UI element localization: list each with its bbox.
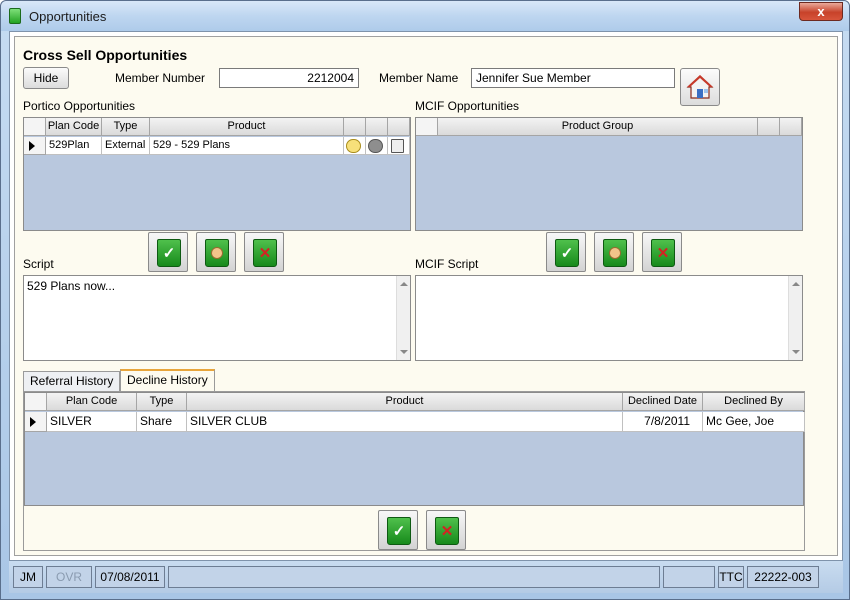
column-icon-1 (344, 118, 366, 136)
mcif-grid-corner (416, 118, 438, 136)
note-icon[interactable] (346, 139, 361, 153)
column-type[interactable]: Type (137, 393, 187, 411)
member-number-label: Member Number (115, 71, 206, 85)
calculator-icon[interactable] (391, 139, 404, 153)
row-pointer-icon (30, 417, 36, 427)
tab-referral-history[interactable]: Referral History (23, 371, 121, 391)
mcif-label: MCIF Opportunities (415, 99, 520, 113)
tab-content: Plan Code Type Product Declined Date Dec… (23, 391, 805, 551)
mcif-grid: Product Group (415, 117, 803, 231)
row-selector[interactable] (24, 137, 46, 155)
section-title: Cross Sell Opportunities (23, 47, 188, 63)
column-product-group[interactable]: Product Group (438, 118, 758, 136)
accept-button[interactable]: ✓ (148, 232, 188, 272)
status-message (168, 566, 660, 588)
decline-history-grid: Plan Code Type Product Declined Date Dec… (24, 392, 805, 506)
column-plan-code[interactable]: Plan Code (46, 118, 102, 136)
app-icon (9, 8, 21, 24)
column-icon-3 (388, 118, 410, 136)
column-declined-date[interactable]: Declined Date (623, 393, 703, 411)
bag-x-icon: ✕ (435, 517, 459, 545)
decline-row-product[interactable]: SILVER CLUB (187, 412, 623, 432)
title-bar: Opportunities x (1, 1, 849, 31)
main-panel: Cross Sell Opportunities Hide Member Num… (14, 36, 838, 556)
refer-button[interactable] (196, 232, 236, 272)
opportunities-window: Opportunities x Cross Sell Opportunities… (0, 0, 850, 600)
mcif-refer-button[interactable] (594, 232, 634, 272)
portico-label: Portico Opportunities (23, 99, 136, 113)
portico-row-product[interactable]: 529 - 529 Plans (150, 137, 344, 155)
client-area: Cross Sell Opportunities Hide Member Num… (9, 31, 843, 561)
bag-check-icon: ✓ (387, 517, 411, 545)
member-name-field[interactable]: Jennifer Sue Member (471, 68, 675, 88)
mcif-script-scrollbar[interactable] (788, 276, 802, 360)
script-scrollbar[interactable] (396, 276, 410, 360)
bag-person-icon (205, 239, 229, 267)
member-name-label: Member Name (379, 71, 459, 85)
close-button[interactable]: x (799, 2, 843, 21)
script-textarea[interactable]: 529 Plans now... (23, 275, 411, 361)
portico-row-note-cell[interactable] (344, 137, 366, 155)
column-product[interactable]: Product (150, 118, 344, 136)
decline-row-date[interactable]: 7/8/2011 (623, 412, 703, 432)
home-button[interactable] (680, 68, 720, 106)
bag-x-icon: ✕ (253, 239, 277, 267)
decline-grid-corner (25, 393, 47, 411)
history-decline-button[interactable]: ✕ (426, 510, 466, 550)
status-empty (663, 566, 715, 588)
column-icon-2 (366, 118, 388, 136)
script-label: Script (23, 257, 54, 271)
portico-row-plan-code[interactable]: 529Plan (46, 137, 102, 155)
mcif-column-icon-1 (758, 118, 780, 136)
portico-grid: Plan Code Type Product 529Plan External … (23, 117, 411, 231)
bag-person-icon (603, 239, 627, 267)
decline-row-plan-code[interactable]: SILVER (47, 412, 137, 432)
mcif-decline-button[interactable]: ✕ (642, 232, 682, 272)
mcif-script-textarea[interactable] (415, 275, 803, 361)
grid-corner (24, 118, 46, 136)
column-plan-code[interactable]: Plan Code (47, 393, 137, 411)
script-text: 529 Plans now... (27, 279, 116, 293)
decline-row-declined-by[interactable]: Mc Gee, Joe (703, 412, 805, 432)
bag-x-icon: ✕ (651, 239, 675, 267)
phone-icon[interactable] (368, 139, 383, 153)
column-product[interactable]: Product (187, 393, 623, 411)
bag-check-icon: ✓ (157, 239, 181, 267)
status-ovr: OVR (46, 566, 92, 588)
portico-row-calc-cell[interactable] (388, 137, 410, 155)
row-pointer-icon (29, 141, 35, 151)
decline-row-type[interactable]: Share (137, 412, 187, 432)
decline-button[interactable]: ✕ (244, 232, 284, 272)
portico-row-type[interactable]: External (102, 137, 150, 155)
column-type[interactable]: Type (102, 118, 150, 136)
status-date: 07/08/2011 (95, 566, 165, 588)
status-code: 22222-003 (747, 566, 819, 588)
column-declined-by[interactable]: Declined By (703, 393, 805, 411)
member-number-field[interactable]: 2212004 (219, 68, 359, 88)
mcif-column-icon-2 (780, 118, 802, 136)
status-ttc: TTC (718, 566, 744, 588)
status-bar: JM OVR 07/08/2011 TTC 22222-003 (9, 561, 843, 593)
window-title: Opportunities (29, 9, 107, 24)
mcif-accept-button[interactable]: ✓ (546, 232, 586, 272)
house-icon (686, 75, 714, 99)
tab-decline-history[interactable]: Decline History (120, 369, 215, 391)
bag-check-icon: ✓ (555, 239, 579, 267)
status-user: JM (13, 566, 43, 588)
portico-row-phone-cell[interactable] (366, 137, 388, 155)
hide-button[interactable]: Hide (23, 67, 69, 89)
history-accept-button[interactable]: ✓ (378, 510, 418, 550)
decline-row-selector[interactable] (25, 412, 47, 432)
mcif-script-label: MCIF Script (415, 257, 479, 271)
